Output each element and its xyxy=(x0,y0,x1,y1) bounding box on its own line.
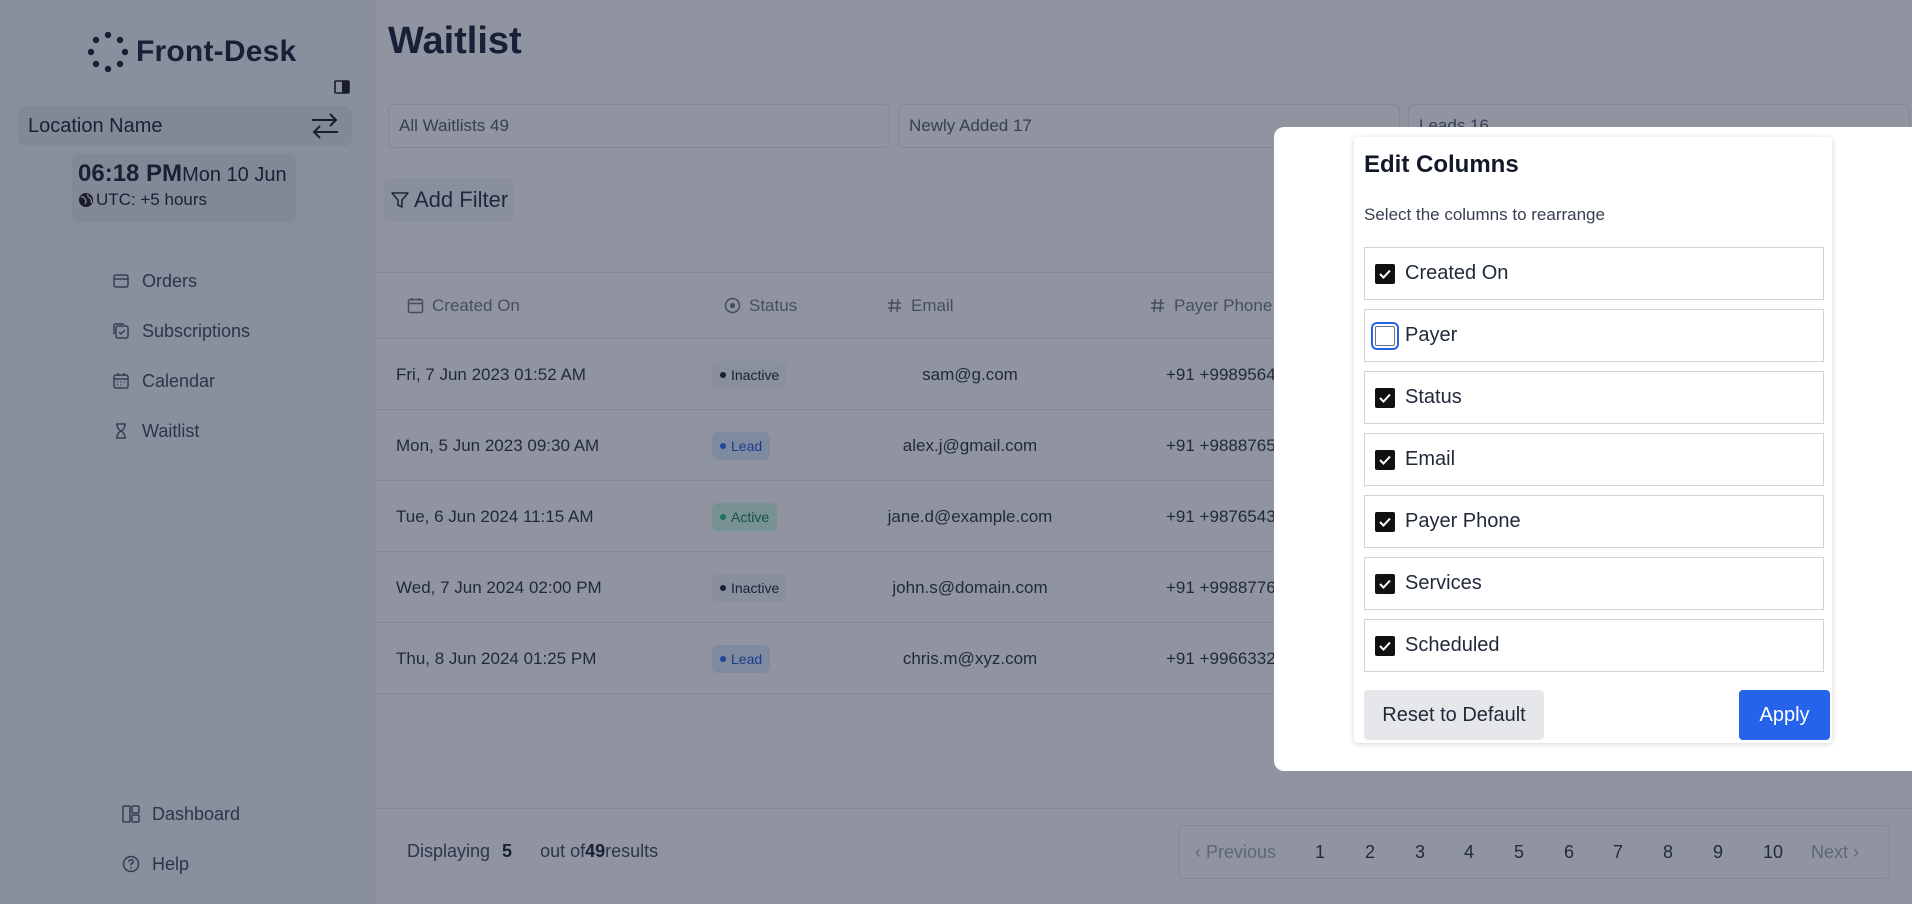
column-checkbox[interactable] xyxy=(1375,387,1395,408)
checkmark-icon xyxy=(1379,517,1391,527)
column-option[interactable]: Status xyxy=(1364,371,1824,424)
column-option[interactable]: Email xyxy=(1364,433,1824,486)
modal-title: Edit Columns xyxy=(1364,151,1519,178)
column-option-label: Payer xyxy=(1405,324,1458,346)
column-option[interactable]: Services xyxy=(1364,557,1824,610)
column-option[interactable]: Created On xyxy=(1364,247,1824,300)
checkmark-icon xyxy=(1379,579,1391,589)
checkmark-icon xyxy=(1379,269,1391,279)
column-option-label: Status xyxy=(1405,386,1462,408)
column-option-label: Payer Phone xyxy=(1405,510,1521,532)
checkmark-icon xyxy=(1379,455,1391,465)
column-checkbox[interactable] xyxy=(1375,573,1395,594)
edit-columns-drawer: Edit Columns Select the columns to rearr… xyxy=(1274,127,1912,771)
checkmark-icon xyxy=(1379,393,1391,403)
modal-subtitle: Select the columns to rearrange xyxy=(1364,205,1605,224)
column-option[interactable]: Scheduled xyxy=(1364,619,1824,672)
edit-columns-panel: Edit Columns Select the columns to rearr… xyxy=(1354,137,1832,743)
checkmark-icon xyxy=(1379,641,1391,651)
column-option-label: Email xyxy=(1405,448,1456,470)
reset-to-default-button[interactable]: Reset to Default xyxy=(1364,690,1544,740)
column-option[interactable]: Payer Phone xyxy=(1364,495,1824,548)
column-checkbox[interactable] xyxy=(1375,635,1395,656)
column-option-label: Scheduled xyxy=(1405,634,1500,656)
column-checkbox[interactable] xyxy=(1375,511,1395,532)
column-checkbox[interactable] xyxy=(1371,321,1399,350)
column-option-label: Services xyxy=(1405,572,1482,594)
apply-button[interactable]: Apply xyxy=(1739,690,1830,740)
column-option-label: Created On xyxy=(1405,262,1509,284)
column-checkbox[interactable] xyxy=(1375,263,1395,284)
column-checkbox[interactable] xyxy=(1375,449,1395,470)
column-option[interactable]: Payer xyxy=(1364,309,1824,362)
